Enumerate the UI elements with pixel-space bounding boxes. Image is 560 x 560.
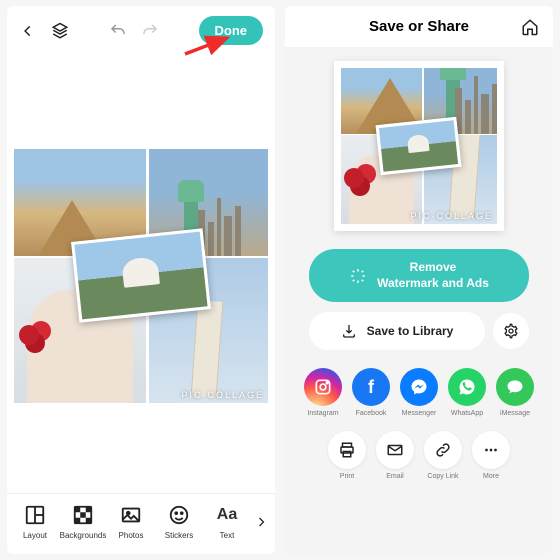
collage[interactable]: PIC·COLLAGE	[11, 146, 271, 406]
share-messenger[interactable]: Messenger	[400, 368, 438, 417]
share-apps-row: Instagram f Facebook Messenger WhatsApp i…	[304, 368, 534, 417]
instagram-icon	[304, 368, 342, 406]
tool-label: Stickers	[165, 531, 193, 540]
download-icon	[341, 323, 357, 339]
more-icon	[472, 431, 510, 469]
editor-screen: Done PIC·COLLAGE Layout Backgrounds Phot…	[7, 6, 275, 554]
app-label: Facebook	[356, 410, 387, 417]
whatsapp-icon	[448, 368, 486, 406]
action-label: More	[483, 473, 499, 480]
tool-label: Layout	[23, 531, 47, 540]
tool-layout[interactable]: Layout	[11, 504, 59, 540]
mail-icon	[376, 431, 414, 469]
share-imessage[interactable]: iMessage	[496, 368, 534, 417]
action-more[interactable]: More	[472, 431, 510, 480]
app-label: Instagram	[307, 410, 338, 417]
imessage-icon	[496, 368, 534, 406]
settings-button[interactable]	[493, 313, 529, 349]
action-copy-link[interactable]: Copy Link	[424, 431, 462, 480]
save-label: Save to Library	[367, 324, 454, 338]
page-title: Save or Share	[369, 18, 469, 35]
actions-row: Print Email Copy Link More	[328, 431, 510, 480]
tool-label: Text	[220, 531, 235, 540]
home-icon[interactable]	[521, 18, 539, 36]
action-print[interactable]: Print	[328, 431, 366, 480]
app-label: iMessage	[500, 410, 530, 417]
tool-backgrounds[interactable]: Backgrounds	[59, 504, 107, 540]
action-label: Copy Link	[427, 473, 458, 480]
collage-canvas[interactable]: PIC·COLLAGE	[7, 55, 275, 493]
facebook-icon: f	[352, 368, 390, 406]
link-icon	[424, 431, 462, 469]
collage-overlay-tajmahal[interactable]	[71, 229, 211, 324]
magic-icon	[349, 267, 367, 285]
tool-text[interactable]: Aa Text	[203, 504, 251, 540]
action-email[interactable]: Email	[376, 431, 414, 480]
photos-icon	[120, 504, 142, 526]
share-screen: Save or Share PIC·COLLAGE Remove Waterma…	[285, 6, 553, 554]
stickers-icon	[168, 504, 190, 526]
editor-toolbar: Layout Backgrounds Photos Stickers Aa Tex…	[7, 493, 275, 554]
tool-stickers[interactable]: Stickers	[155, 504, 203, 540]
layers-icon[interactable]	[51, 22, 69, 40]
share-body: PIC·COLLAGE Remove Watermark and Ads Sav…	[285, 47, 553, 554]
editor-top-bar: Done	[7, 6, 275, 55]
text-icon: Aa	[216, 504, 238, 526]
redo-icon[interactable]	[141, 22, 159, 40]
tool-label: Backgrounds	[60, 531, 107, 540]
remove-watermark-button[interactable]: Remove Watermark and Ads	[309, 249, 529, 302]
action-label: Email	[386, 473, 404, 480]
app-label: Messenger	[402, 410, 437, 417]
collage-thumbnail[interactable]: PIC·COLLAGE	[334, 61, 504, 231]
toolbar-more-button[interactable]	[251, 516, 271, 528]
backgrounds-icon	[72, 504, 94, 526]
app-label: WhatsApp	[451, 410, 483, 417]
watermark-label: PIC·COLLAGE	[181, 390, 264, 400]
share-instagram[interactable]: Instagram	[304, 368, 342, 417]
action-label: Print	[340, 473, 354, 480]
save-to-library-button[interactable]: Save to Library	[309, 312, 485, 350]
remove-watermark-label: Remove Watermark and Ads	[377, 260, 489, 291]
gear-icon	[503, 323, 519, 339]
back-icon[interactable]	[19, 22, 37, 40]
done-button[interactable]: Done	[199, 16, 264, 45]
tool-photos[interactable]: Photos	[107, 504, 155, 540]
tool-label: Photos	[119, 531, 144, 540]
print-icon	[328, 431, 366, 469]
messenger-icon	[400, 368, 438, 406]
share-top-bar: Save or Share	[285, 6, 553, 47]
share-facebook[interactable]: f Facebook	[352, 368, 390, 417]
layout-icon	[24, 504, 46, 526]
undo-icon[interactable]	[109, 22, 127, 40]
share-whatsapp[interactable]: WhatsApp	[448, 368, 486, 417]
